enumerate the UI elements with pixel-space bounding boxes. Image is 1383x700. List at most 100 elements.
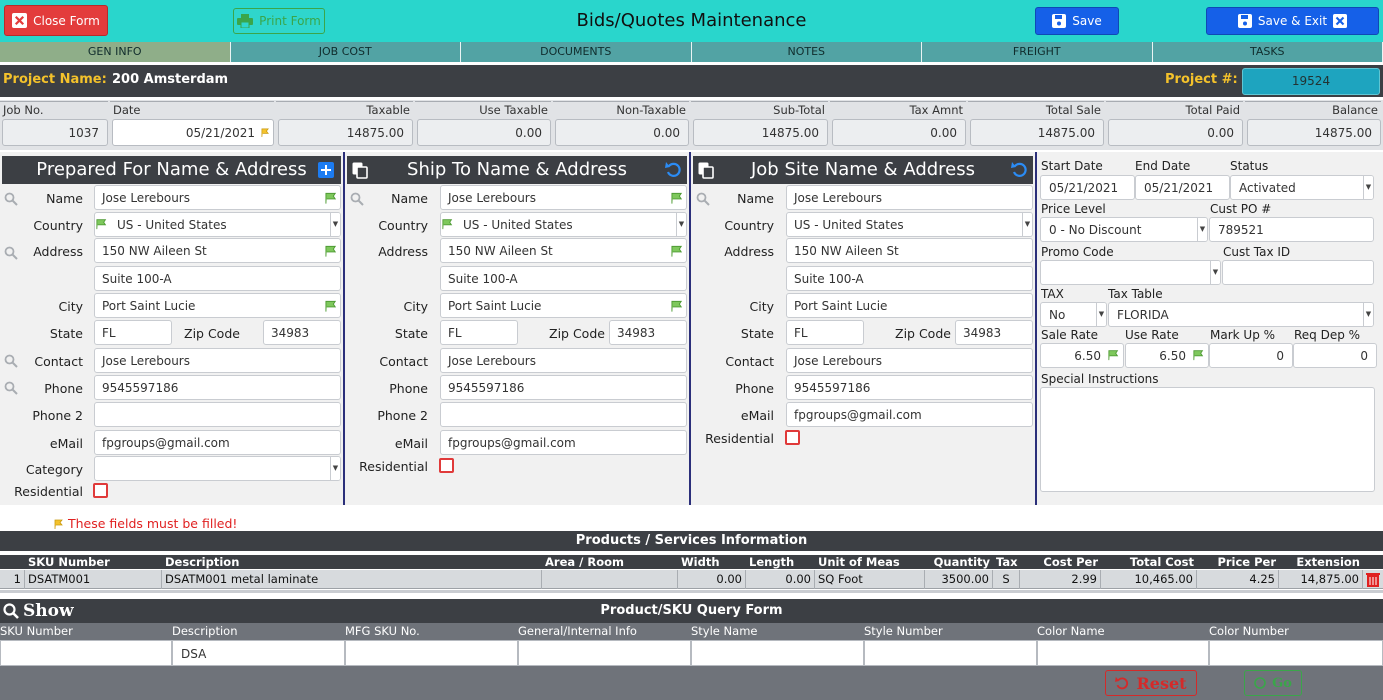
query-general-info-input[interactable] <box>518 640 691 666</box>
site-country-select[interactable]: US - United States ▼ <box>786 212 1033 237</box>
row-quantity[interactable]: 3500.00 <box>925 570 993 589</box>
row-tax[interactable]: S <box>993 570 1020 589</box>
tax-select[interactable]: No ▼ <box>1040 302 1107 327</box>
col-tax[interactable]: Tax <box>993 555 1020 569</box>
undo-icon[interactable] <box>665 161 683 179</box>
col-quantity[interactable]: Quantity <box>925 555 993 569</box>
undo-icon[interactable] <box>1011 161 1029 179</box>
prepared-zip-field[interactable]: 34983 <box>263 320 341 345</box>
row-total-cost[interactable]: 10,465.00 <box>1101 570 1197 589</box>
ship-name-field[interactable]: Jose Lerebours <box>440 185 687 210</box>
query-color-name-input[interactable] <box>1037 640 1209 666</box>
tab-documents[interactable]: DOCUMENTS <box>461 42 692 62</box>
ship-address2-field[interactable]: Suite 100-A <box>440 266 687 291</box>
prepared-phone-field[interactable]: 9545597186 <box>94 375 341 400</box>
copy-icon[interactable] <box>698 162 714 179</box>
prepared-address1-field[interactable]: 150 NW Aileen St <box>94 238 341 263</box>
prepared-email-field[interactable]: fpgroups@gmail.com <box>94 430 341 455</box>
project-number-field[interactable]: 19524 <box>1242 68 1380 95</box>
query-description-input[interactable]: DSA <box>172 640 345 666</box>
end-date-field[interactable]: 05/21/2021 <box>1135 175 1230 200</box>
site-state-field[interactable]: FL <box>786 320 864 345</box>
save-exit-button[interactable]: Save & Exit <box>1206 7 1379 35</box>
price-level-select[interactable]: 0 - No Discount ▼ <box>1040 217 1208 242</box>
reset-button[interactable]: Reset <box>1105 670 1197 696</box>
save-button[interactable]: Save <box>1035 7 1119 35</box>
row-width[interactable]: 0.00 <box>678 570 746 589</box>
site-contact-field[interactable]: Jose Lerebours <box>786 348 1033 373</box>
prepared-residential-checkbox[interactable] <box>93 483 108 498</box>
site-name-field[interactable]: Jose Lerebours <box>786 185 1033 210</box>
tab-gen-info[interactable]: GEN INFO <box>0 42 231 62</box>
ship-email-field[interactable]: fpgroups@gmail.com <box>440 430 687 455</box>
query-color-number-input[interactable] <box>1209 640 1383 666</box>
tax-table-select[interactable]: FLORIDA ▼ <box>1108 302 1374 327</box>
go-button[interactable]: Go <box>1244 670 1302 696</box>
col-cost-per[interactable]: Cost Per <box>1020 555 1101 569</box>
col-extension[interactable]: Extension <box>1279 555 1363 569</box>
search-icon[interactable] <box>696 192 710 206</box>
row-length[interactable]: 0.00 <box>746 570 815 589</box>
col-unit[interactable]: Unit of Meas <box>815 555 925 569</box>
ship-country-select[interactable]: US - United States ▼ <box>440 212 687 237</box>
cust-tax-id-field[interactable] <box>1222 260 1374 285</box>
site-residential-checkbox[interactable] <box>785 430 800 445</box>
tax-amnt-field[interactable]: 0.00 <box>832 119 966 146</box>
site-address2-field[interactable]: Suite 100-A <box>786 266 1033 291</box>
site-address1-field[interactable]: 150 NW Aileen St <box>786 238 1033 263</box>
non-taxable-field[interactable]: 0.00 <box>555 119 689 146</box>
site-email-field[interactable]: fpgroups@gmail.com <box>786 402 1033 427</box>
site-zip-field[interactable]: 34983 <box>955 320 1033 345</box>
tab-freight[interactable]: FREIGHT <box>922 42 1153 62</box>
query-style-name-input[interactable] <box>691 640 864 666</box>
total-sale-field[interactable]: 14875.00 <box>970 119 1104 146</box>
ship-address1-field[interactable]: 150 NW Aileen St <box>440 238 687 263</box>
ship-residential-checkbox[interactable] <box>439 458 454 473</box>
table-row[interactable]: 1 DSATM001 DSATM001 metal laminate 0.00 … <box>0 570 1383 589</box>
ship-phone2-field[interactable] <box>440 402 687 427</box>
row-price-per[interactable]: 4.25 <box>1197 570 1279 589</box>
balance-field[interactable]: 14875.00 <box>1247 119 1381 146</box>
row-unit[interactable]: SQ Foot <box>815 570 925 589</box>
start-date-field[interactable]: 05/21/2021 <box>1040 175 1135 200</box>
use-taxable-field[interactable]: 0.00 <box>417 119 551 146</box>
search-icon[interactable] <box>4 381 18 395</box>
ship-city-field[interactable]: Port Saint Lucie <box>440 293 687 318</box>
col-length[interactable]: Length <box>746 555 815 569</box>
copy-icon[interactable] <box>352 162 368 179</box>
prepared-state-field[interactable]: FL <box>94 320 172 345</box>
prepared-city-field[interactable]: Port Saint Lucie <box>94 293 341 318</box>
req-dep-field[interactable]: 0 <box>1293 343 1377 368</box>
search-icon[interactable] <box>4 192 18 206</box>
search-icon[interactable] <box>4 246 18 260</box>
prepared-category-select[interactable]: ▼ <box>94 456 341 481</box>
ship-phone-field[interactable]: 9545597186 <box>440 375 687 400</box>
date-field[interactable]: 05/21/2021 <box>112 119 274 146</box>
cust-po-field[interactable]: 789521 <box>1209 217 1374 242</box>
total-paid-field[interactable]: 0.00 <box>1108 119 1243 146</box>
status-select[interactable]: Activated ▼ <box>1230 175 1374 200</box>
add-icon[interactable] <box>318 162 334 178</box>
search-icon[interactable] <box>4 354 18 368</box>
row-sku[interactable]: DSATM001 <box>25 570 162 589</box>
row-area[interactable] <box>542 570 678 589</box>
tab-job-cost[interactable]: JOB COST <box>230 42 461 62</box>
row-description[interactable]: DSATM001 metal laminate <box>162 570 542 589</box>
row-cost-per[interactable]: 2.99 <box>1020 570 1101 589</box>
prepared-phone2-field[interactable] <box>94 402 341 427</box>
mark-up-field[interactable]: 0 <box>1209 343 1293 368</box>
prepared-country-select[interactable]: US - United States ▼ <box>94 212 341 237</box>
col-description[interactable]: Description <box>162 555 542 569</box>
col-total-cost[interactable]: Total Cost <box>1101 555 1197 569</box>
ship-zip-field[interactable]: 34983 <box>609 320 687 345</box>
ship-state-field[interactable]: FL <box>440 320 518 345</box>
job-no-field[interactable]: 1037 <box>2 119 108 146</box>
delete-icon[interactable] <box>1366 572 1380 587</box>
prepared-name-field[interactable]: Jose Lerebours <box>94 185 341 210</box>
prepared-address2-field[interactable]: Suite 100-A <box>94 266 341 291</box>
sub-total-field[interactable]: 14875.00 <box>693 119 828 146</box>
prepared-contact-field[interactable]: Jose Lerebours <box>94 348 341 373</box>
ship-contact-field[interactable]: Jose Lerebours <box>440 348 687 373</box>
query-sku-input[interactable] <box>0 640 172 666</box>
col-area[interactable]: Area / Room <box>542 555 678 569</box>
